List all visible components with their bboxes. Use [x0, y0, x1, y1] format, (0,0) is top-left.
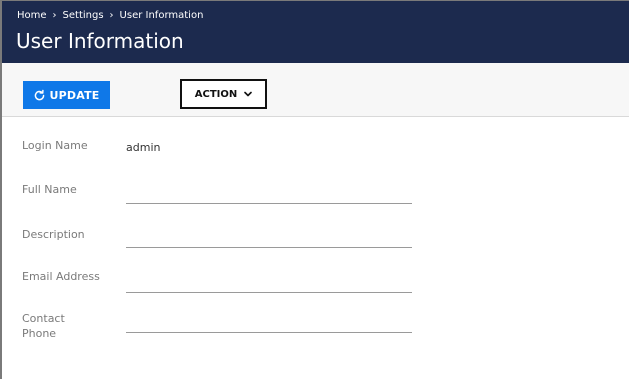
- update-button[interactable]: UPDATE: [23, 81, 110, 109]
- full-name-label: Full Name: [22, 183, 77, 196]
- full-name-field[interactable]: [126, 185, 412, 204]
- breadcrumb-separator-icon: ›: [52, 10, 57, 21]
- contact-phone-label-line2: Phone: [22, 327, 57, 340]
- refresh-icon: [35, 89, 45, 100]
- chevron-down-icon: [244, 91, 253, 97]
- login-name-value: admin: [126, 141, 161, 154]
- breadcrumb-separator-icon: ›: [109, 10, 114, 21]
- email-address-label: Email Address: [22, 270, 100, 283]
- toolbar: UPDATE ACTION: [2, 63, 629, 117]
- page-title: User Information: [16, 29, 184, 53]
- page-header: Home › Settings › User Information User Info…: [2, 1, 629, 63]
- breadcrumb-home[interactable]: Home: [17, 10, 47, 21]
- contact-phone-label-line1: Contact: [22, 312, 65, 325]
- contact-phone-label: Contact Phone: [22, 311, 102, 341]
- description-label: Description: [22, 228, 85, 241]
- description-field[interactable]: [126, 229, 412, 248]
- breadcrumb-user-information: User Information: [119, 10, 204, 21]
- action-dropdown-button[interactable]: ACTION: [180, 79, 267, 109]
- login-name-label: Login Name: [22, 139, 88, 152]
- breadcrumb: Home › Settings › User Information: [17, 10, 203, 22]
- breadcrumb-settings[interactable]: Settings: [63, 10, 104, 21]
- action-button-label: ACTION: [194, 88, 238, 100]
- update-button-label: UPDATE: [49, 88, 100, 102]
- contact-phone-field[interactable]: [126, 314, 412, 333]
- email-field[interactable]: [126, 274, 412, 293]
